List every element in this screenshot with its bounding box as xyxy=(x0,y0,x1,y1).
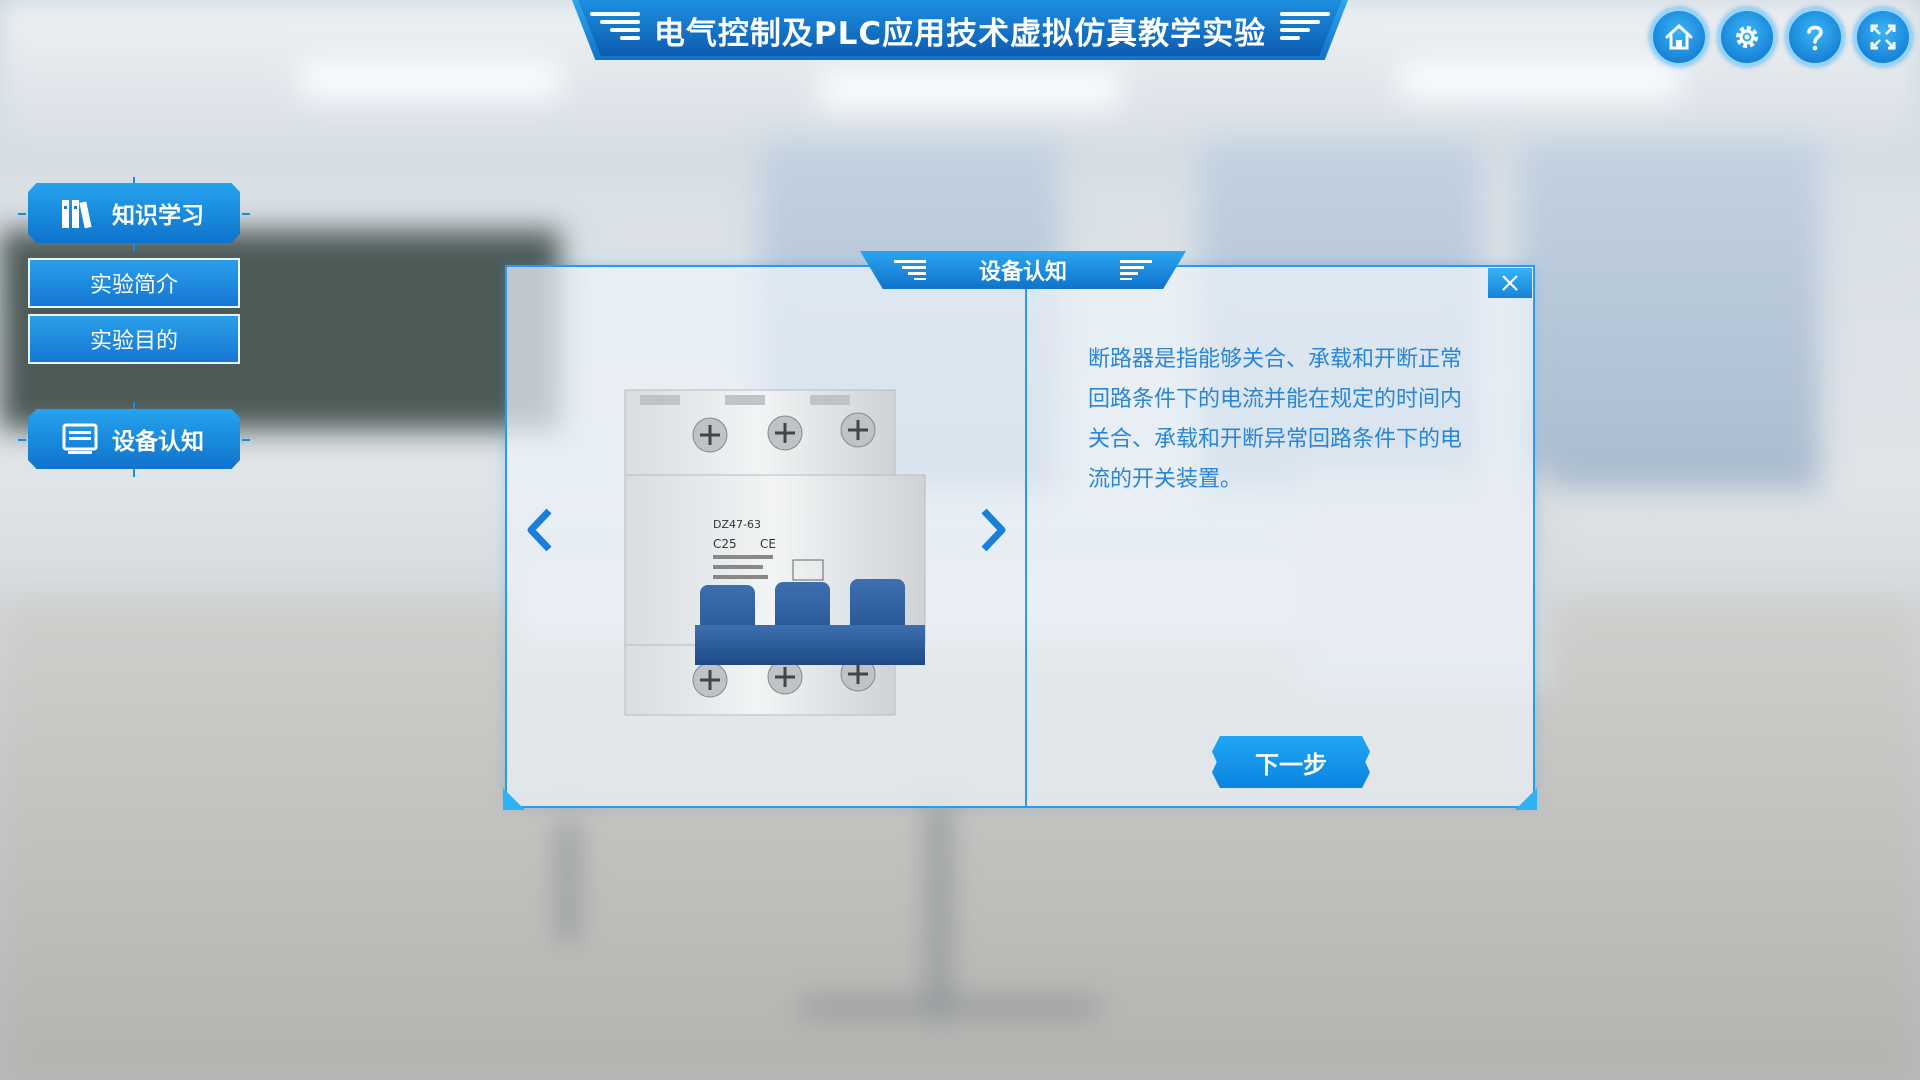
next-step-button[interactable]: 下一步 xyxy=(1212,736,1370,788)
help-button[interactable] xyxy=(1786,8,1844,66)
circuit-breaker-image: DZ47-63 C25 CE xyxy=(624,389,926,716)
menu-device-label: 设备认知 xyxy=(112,429,204,455)
menu-tick xyxy=(242,213,250,215)
title-stripes-right-icon xyxy=(1120,260,1152,280)
next-step-label: 下一步 xyxy=(1255,750,1327,779)
menu-item-label: 实验简介 xyxy=(89,273,178,298)
title-stripes-left-icon xyxy=(590,12,640,48)
menu-device-recognition[interactable]: 设备认知 xyxy=(28,409,240,469)
fullscreen-icon xyxy=(1870,24,1896,50)
menu-knowledge-label: 知识学习 xyxy=(112,203,204,229)
corner-decoration xyxy=(1515,788,1537,810)
top-toolbar xyxy=(1650,8,1912,66)
breaker-ce-label: CE xyxy=(760,537,776,551)
monitor-icon xyxy=(62,423,98,454)
dialog-title: 设备认知 xyxy=(860,251,1186,289)
menu-tick xyxy=(133,402,135,410)
title-stripes-right-icon xyxy=(1280,12,1330,48)
chevron-left-icon xyxy=(527,508,552,552)
help-icon xyxy=(1807,25,1823,51)
corner-decoration xyxy=(503,788,525,810)
menu-tick xyxy=(18,213,26,215)
fullscreen-button[interactable] xyxy=(1854,8,1912,66)
menu-tick xyxy=(133,243,135,251)
previous-device-button[interactable] xyxy=(523,505,557,568)
close-icon xyxy=(1502,275,1518,291)
device-description: 断路器是指能够关合、承载和开断正常回路条件下的电流并能在规定的时间内关合、承载和… xyxy=(1088,347,1463,492)
menu-item-experiment-intro[interactable]: 实验简介 xyxy=(28,258,240,308)
menu-item-experiment-purpose[interactable]: 实验目的 xyxy=(28,314,240,364)
dialog-divider xyxy=(1025,267,1027,806)
app-title: 电气控制及PLC应用技术虚拟仿真教学实验 xyxy=(653,15,1267,52)
next-device-button[interactable] xyxy=(976,505,1010,568)
menu-tick xyxy=(133,469,135,477)
dialog-title-text: 设备认知 xyxy=(978,260,1067,285)
menu-tick xyxy=(18,439,26,441)
title-stripes-left-icon xyxy=(894,260,926,280)
close-dialog-button[interactable] xyxy=(1488,268,1532,298)
menu-tick xyxy=(242,439,250,441)
menu-knowledge-learning[interactable]: 知识学习 xyxy=(28,183,240,243)
home-button[interactable] xyxy=(1650,8,1708,66)
settings-button[interactable] xyxy=(1718,8,1776,66)
books-icon xyxy=(62,200,92,229)
gear-icon xyxy=(1736,26,1758,48)
home-icon xyxy=(1665,23,1693,50)
app-title-banner: 电气控制及PLC应用技术虚拟仿真教学实验 xyxy=(572,0,1348,60)
breaker-model-label: DZ47-63 xyxy=(713,518,761,531)
chevron-right-icon xyxy=(981,508,1006,552)
breaker-rating-label: C25 xyxy=(713,537,737,551)
menu-item-label: 实验目的 xyxy=(89,329,178,354)
